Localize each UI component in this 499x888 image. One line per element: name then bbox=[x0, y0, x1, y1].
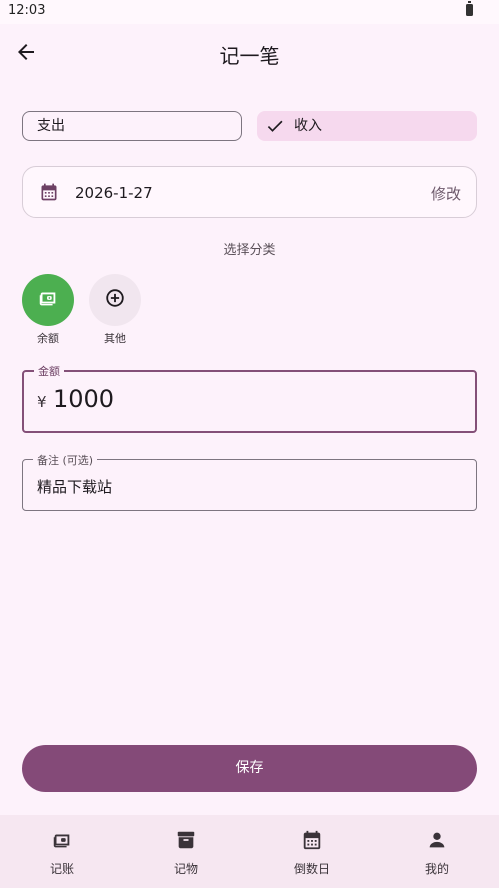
battery-icon bbox=[466, 1, 473, 16]
save-button[interactable]: 保存 bbox=[22, 745, 477, 792]
amount-input[interactable]: 1000 bbox=[53, 385, 114, 413]
expense-type-label: 支出 bbox=[37, 118, 65, 134]
person-icon bbox=[426, 829, 448, 851]
category-balance-label: 余额 bbox=[37, 332, 59, 345]
date-card: 2026-1-27 修改 bbox=[22, 166, 477, 218]
currency-symbol: ¥ bbox=[37, 393, 47, 411]
add-circle-icon bbox=[104, 287, 126, 313]
income-type-label: 收入 bbox=[294, 118, 322, 134]
check-icon bbox=[265, 116, 285, 136]
nav-item-items[interactable]: 记物 bbox=[124, 815, 248, 888]
calendar-icon bbox=[301, 829, 323, 851]
category-other-button[interactable] bbox=[89, 274, 141, 326]
amount-label: 金额 bbox=[34, 363, 64, 379]
calendar-icon bbox=[39, 182, 59, 202]
note-input[interactable]: 精品下载站 bbox=[37, 476, 112, 497]
expense-type-button[interactable]: 支出 bbox=[22, 111, 242, 141]
note-field[interactable]: 备注 (可选) 精品下载站 bbox=[22, 452, 477, 511]
note-label: 备注 (可选) bbox=[33, 452, 98, 468]
nav-item-profile[interactable]: 我的 bbox=[375, 815, 499, 888]
nav-label-countdown: 倒数日 bbox=[293, 862, 330, 876]
wallet-icon bbox=[37, 287, 59, 313]
nav-item-countdown[interactable]: 倒数日 bbox=[250, 815, 374, 888]
page-title: 记一笔 bbox=[219, 44, 280, 68]
status-time: 12:03 bbox=[8, 3, 46, 18]
category-caption: 选择分类 bbox=[223, 243, 276, 258]
nav-label-items: 记物 bbox=[173, 862, 198, 876]
nav-item-bookkeeping[interactable]: 记账 bbox=[0, 815, 124, 888]
date-edit-button[interactable]: 修改 bbox=[431, 183, 461, 204]
nav-label-bookkeeping: 记账 bbox=[49, 862, 74, 876]
income-type-button[interactable]: 收入 bbox=[257, 111, 477, 141]
date-value: 2026-1-27 bbox=[75, 184, 153, 202]
archive-box-icon bbox=[175, 829, 197, 851]
status-bar: 12:03 bbox=[0, 0, 499, 24]
wallet-icon bbox=[51, 829, 73, 851]
category-balance-button[interactable] bbox=[22, 274, 74, 326]
category-other-label: 其他 bbox=[104, 332, 126, 345]
amount-field[interactable]: 金额 ¥ 1000 bbox=[22, 363, 477, 433]
nav-label-profile: 我的 bbox=[424, 862, 449, 876]
bottom-nav: 记账 记物 倒数日 我的 bbox=[0, 815, 499, 888]
